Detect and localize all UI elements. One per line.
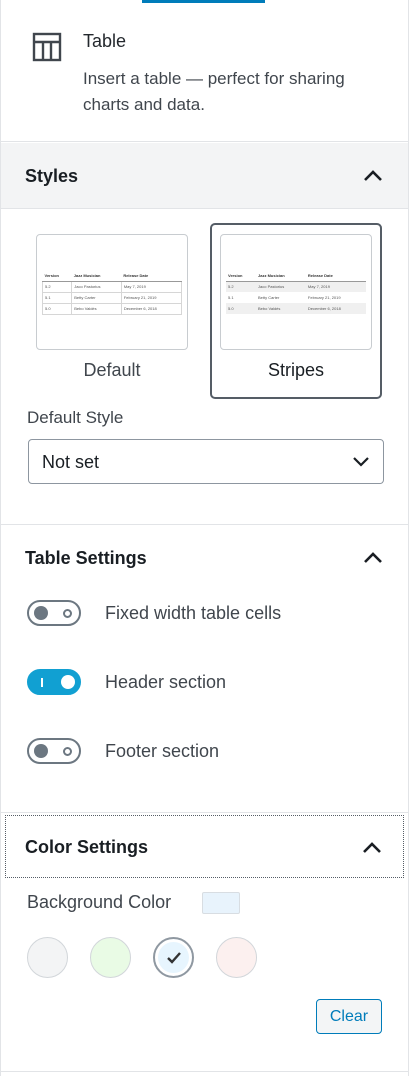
block-settings-sidebar: Table Insert a table — perfect for shari… [0,0,409,1076]
style-option-label: Stripes [267,360,325,380]
preview-header-cell: Version [226,270,257,282]
preview-header-cell: Release Date [305,270,366,282]
toggle-row-header-section: Header section [1,667,408,697]
preview-cell: Betty Carter [71,291,122,304]
section-divider [1,812,408,813]
table-settings-title: Table Settings [25,548,147,568]
style-option-label: Default [83,360,141,380]
preview-cell: May 7, 2019 [305,281,366,292]
background-color-label: Background Color [27,892,172,912]
chevron-up-icon [364,552,382,563]
block-description: Insert a table — perfect for sharing cha… [83,69,345,114]
toggle-off-indicator [63,609,72,618]
fixed-width-label: Fixed width table cells [105,603,282,623]
preview-cell: Bebo Valdés [71,302,122,315]
style-preview-default: Version Jazz Musician Release Date 5.2 J… [36,234,188,350]
preview-table-stripes: Version Jazz Musician Release Date 5.2 J… [226,270,366,314]
toggle-off-indicator [63,747,72,756]
checkmark-icon [167,952,181,964]
style-option-default[interactable]: Version Jazz Musician Release Date 5.2 J… [26,223,198,399]
preview-cell: Jaco Pastorius [71,280,122,293]
chevron-up-icon [364,170,382,181]
color-option-light-blue[interactable] [153,937,194,978]
style-preview-stripes: Version Jazz Musician Release Date 5.2 J… [220,234,372,350]
preview-cell: 5.2 [41,280,73,293]
preview-cell: February 21, 2019 [307,295,341,300]
preview-cell: 5.0 [41,302,73,315]
color-settings-title: Color Settings [25,837,149,857]
styles-panel-title: Styles [25,166,79,186]
toggle-on-indicator [41,678,43,687]
preview-cell: December 6, 2018 [120,302,183,315]
preview-cell: May 7, 2019 [120,280,183,293]
header-section-toggle[interactable] [27,669,81,695]
preview-cell: 5.2 [226,281,257,292]
style-option-stripes[interactable]: Version Jazz Musician Release Date 5.2 J… [210,223,382,399]
preview-header-cell: Jazz Musician [71,270,122,282]
footer-section-label: Footer section [105,741,220,761]
preview-header-cell: Jazz Musician [256,270,306,282]
color-option-light-red[interactable] [216,937,257,978]
table-icon [32,32,62,62]
preview-header-cell: Release Date [121,270,182,282]
color-option-light-green[interactable] [90,937,131,978]
fixed-width-toggle[interactable] [27,600,81,626]
toggle-row-footer-section: Footer section [1,736,408,766]
table-settings-panel-toggle[interactable]: Table Settings [1,524,408,590]
toggle-knob [61,675,75,689]
preview-cell: 5.0 [226,303,257,314]
header-section-label: Header section [105,672,227,692]
block-title: Table [83,31,127,51]
preview-cell: Jaco Pastorius [256,281,306,292]
preview-table-default: Version Jazz Musician Release Date 5.2 J… [41,270,183,315]
footer-section-toggle[interactable] [27,738,81,764]
preview-cell: December 6, 2018 [305,303,366,314]
toggle-knob [34,744,48,758]
clear-color-button[interactable]: Clear [316,999,382,1034]
preview-cell: February 21, 2019 [120,291,183,304]
preview-cell: 5.1 [41,291,73,304]
preview-cell: 5.1 [228,295,234,300]
toggle-row-fixed-width: Fixed width table cells [1,598,408,628]
preview-header-cell: Version [42,270,72,282]
current-color-indicator [202,892,240,914]
color-settings-panel-toggle[interactable]: Color Settings [5,815,404,878]
preview-cell: Betty Carter [258,295,280,300]
section-divider [1,1071,408,1072]
styles-panel-toggle[interactable]: Styles [1,143,408,209]
chevron-down-icon [353,457,369,467]
chevron-up-icon [363,842,381,853]
color-option-light-gray[interactable] [27,937,68,978]
default-style-label: Default Style [27,408,124,427]
default-style-select[interactable]: Not set [28,439,384,484]
block-card: Table Insert a table — perfect for shari… [1,0,408,142]
toggle-knob [34,606,48,620]
default-style-value: Not set [42,452,100,472]
preview-cell: Bebo Valdés [256,303,306,314]
